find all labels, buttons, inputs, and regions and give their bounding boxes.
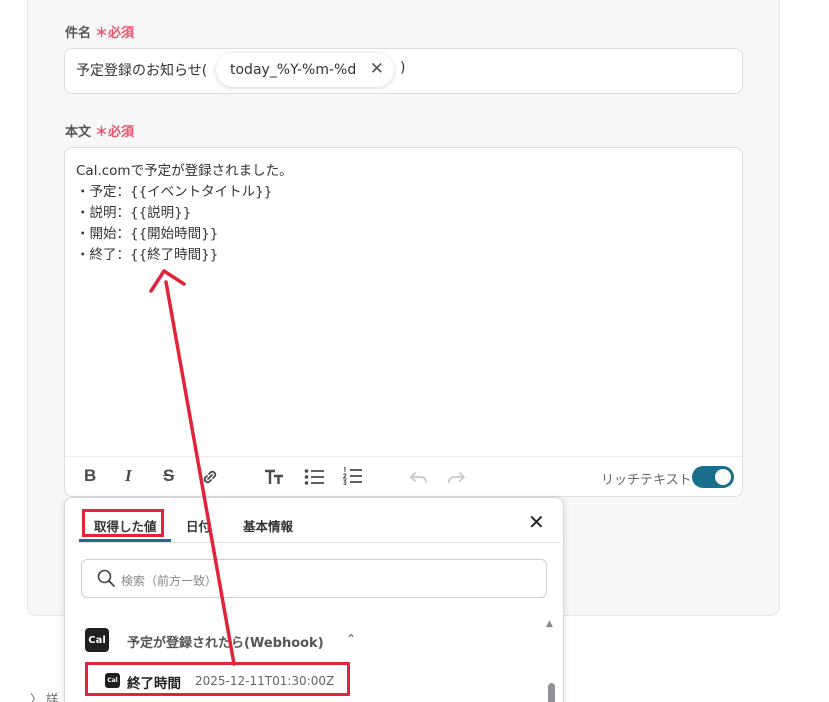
- body-line: ・予定：{{イベントタイトル}}: [76, 184, 273, 200]
- body-label: 本文 ＊必須: [65, 121, 134, 140]
- body-line: ・説明：{{説明}}: [76, 205, 192, 221]
- chip-label: today_%Y-%m-%d: [230, 62, 357, 78]
- chevron-right-icon[interactable]: 〉: [30, 690, 42, 702]
- chevron-up-icon[interactable]: ⌃: [346, 632, 356, 646]
- body-line: ・開始：{{開始時間}}: [76, 226, 219, 242]
- annotation-box-item: [85, 662, 350, 696]
- subject-variable-chip[interactable]: today_%Y-%m-%d ✕: [216, 53, 394, 87]
- annotation-box-tab: [82, 509, 164, 537]
- required-mark: ＊必須: [95, 26, 135, 41]
- detail-toggle-text[interactable]: 詳: [46, 690, 58, 702]
- body-line: ・終了：{{終了時間}}: [76, 247, 219, 263]
- tab-basic-info[interactable]: 基本情報: [243, 516, 293, 535]
- toggle-knob: [715, 469, 731, 485]
- subject-suffix-text: ): [400, 60, 406, 76]
- italic-button[interactable]: I: [125, 466, 132, 486]
- body-line: Cal.comで予定が登録されました。: [76, 163, 293, 179]
- body-content[interactable]: Cal.comで予定が登録されました。 ・予定：{{イベントタイトル}} ・説明…: [76, 161, 293, 266]
- link-icon[interactable]: [200, 467, 220, 487]
- bold-button[interactable]: B: [84, 466, 96, 486]
- bullet-list-icon[interactable]: [304, 468, 326, 486]
- undo-icon[interactable]: [407, 469, 429, 485]
- close-icon[interactable]: ✕: [528, 510, 545, 534]
- strikethrough-button[interactable]: S: [163, 466, 174, 486]
- required-mark: ＊必須: [95, 125, 135, 140]
- body-label-text: 本文: [65, 125, 92, 140]
- subject-label: 件名 ＊必須: [65, 22, 134, 41]
- chip-close-icon[interactable]: ✕: [370, 59, 384, 79]
- cal-logo: Cal: [85, 628, 109, 652]
- scrollbar-thumb[interactable]: [548, 683, 555, 702]
- search-icon: [97, 569, 115, 587]
- text-size-icon[interactable]: [264, 468, 286, 486]
- source-title[interactable]: 予定が登録されたら(Webhook): [127, 632, 324, 651]
- rich-text-toggle[interactable]: [692, 466, 734, 488]
- subject-label-text: 件名: [65, 26, 92, 41]
- active-tab-indicator: [79, 539, 171, 542]
- subject-prefix-text: 予定登録のお知らせ(: [76, 63, 208, 79]
- scroll-up-arrow[interactable]: ▲: [546, 619, 553, 629]
- tab-date[interactable]: 日付: [186, 516, 211, 535]
- redo-icon[interactable]: [446, 469, 468, 485]
- rich-text-label: リッチテキスト: [601, 473, 692, 488]
- search-placeholder: 検索（前方一致）: [121, 574, 218, 588]
- numbered-list-icon[interactable]: [342, 466, 364, 486]
